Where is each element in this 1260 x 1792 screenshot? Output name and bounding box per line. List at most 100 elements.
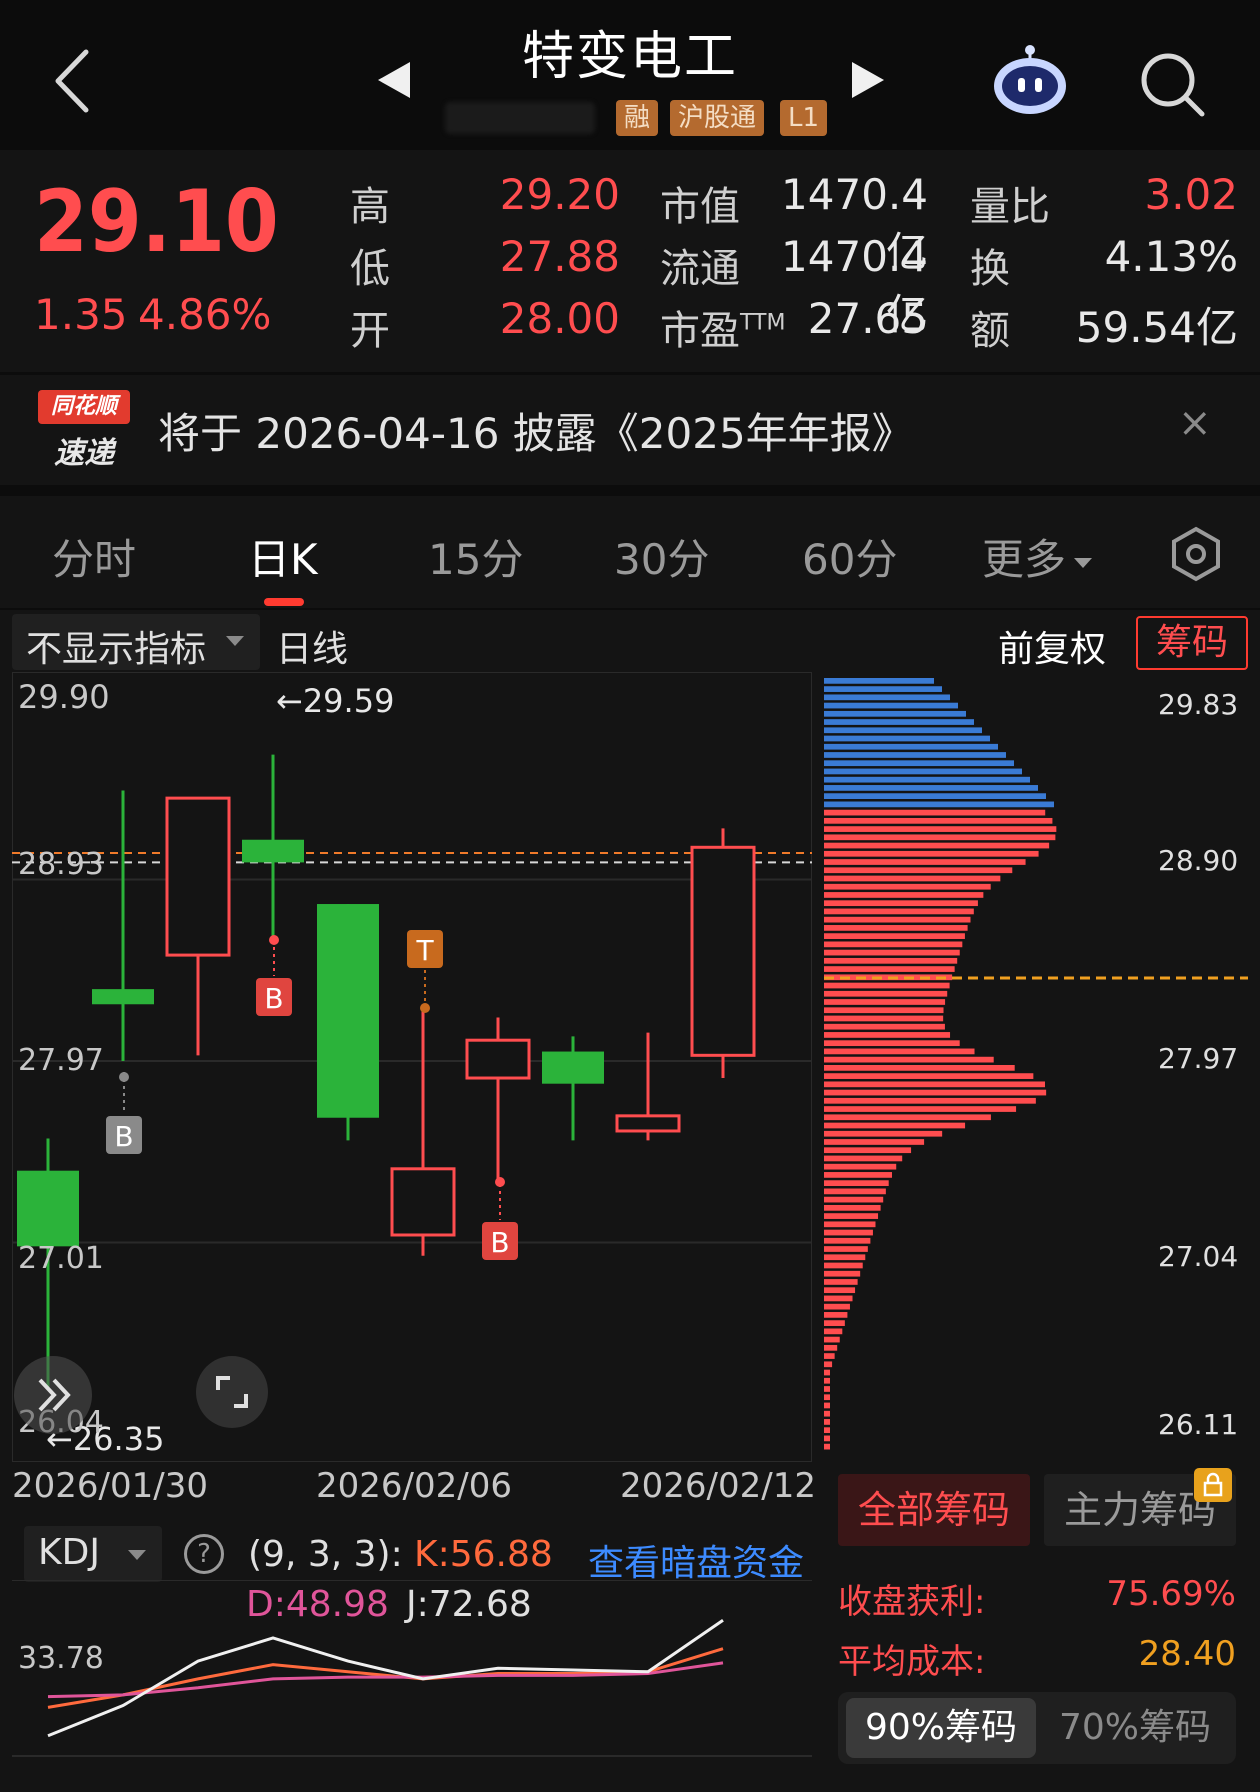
chips-y-label: 28.90 xyxy=(1158,844,1238,877)
candle-body-up xyxy=(390,1167,456,1237)
next-stock-icon[interactable] xyxy=(850,58,886,102)
chips-bar xyxy=(824,1427,830,1434)
chips-bar xyxy=(824,1262,863,1269)
chips-bar xyxy=(824,1163,897,1170)
avg-cost-label: 平均成本: xyxy=(838,1642,986,1682)
chips-bar xyxy=(824,867,1013,874)
kline-y-label: 27.01 xyxy=(18,1241,104,1276)
kdj-lines xyxy=(47,1618,724,1738)
kdj-params: (9, 3, 3): xyxy=(248,1534,403,1575)
tab-15min[interactable]: 15分 xyxy=(428,526,523,587)
profit-ratio-label: 收盘获利: xyxy=(838,1582,986,1622)
chips-bar xyxy=(824,1032,951,1038)
buy-marker-label: B xyxy=(490,1226,509,1259)
low-label: 低 xyxy=(350,246,390,292)
back-arrow-icon[interactable] xyxy=(50,46,94,116)
chips-90-button[interactable]: 90%筹码 xyxy=(846,1698,1036,1758)
high-label: 高 xyxy=(350,184,390,230)
chips-bar xyxy=(824,1065,1015,1071)
chips-bar xyxy=(824,1336,840,1343)
tab-intraday[interactable]: 分时 xyxy=(52,526,136,587)
hk-connect-tag: 沪股通 xyxy=(670,100,765,136)
kline-y-label: 29.90 xyxy=(18,678,110,716)
chips-bar xyxy=(824,925,968,931)
tab-30min[interactable]: 30分 xyxy=(614,526,709,587)
dark-pool-funds-link[interactable]: 查看暗盘资金 xyxy=(588,1534,804,1586)
chips-bar xyxy=(824,1254,866,1261)
chips-bar xyxy=(824,752,1006,758)
chips-bar xyxy=(824,1139,925,1145)
chips-bar xyxy=(824,768,1022,775)
chips-bar xyxy=(824,1369,830,1376)
tab-daily-k[interactable]: 日K xyxy=(248,526,318,587)
chips-bar xyxy=(824,702,958,709)
tab-60min[interactable]: 60分 xyxy=(802,526,897,587)
kline-x-label: 2026/02/12 xyxy=(620,1466,816,1506)
chips-bar xyxy=(824,678,934,684)
avg-cost-value: 28.40 xyxy=(1138,1634,1236,1674)
tab-more-label: 更多 xyxy=(982,535,1067,584)
kline-frame xyxy=(12,672,812,1462)
chips-bar xyxy=(824,892,984,898)
candle-body-up xyxy=(465,1038,531,1080)
chips-bar xyxy=(824,1237,871,1244)
settings-hexagon-icon[interactable] xyxy=(1168,526,1224,582)
active-tab-indicator xyxy=(264,598,304,606)
chips-bar xyxy=(824,990,948,997)
kdj-y-label: 33.78 xyxy=(18,1641,104,1676)
chips-bar xyxy=(824,809,1046,816)
adjust-select[interactable]: 前复权 xyxy=(998,620,1106,672)
turnover-value: 4.13% xyxy=(1104,232,1238,281)
chips-y-label: 27.97 xyxy=(1158,1042,1238,1075)
chips-bar xyxy=(824,760,1014,767)
expand-double-chevron-icon[interactable] xyxy=(14,1356,92,1434)
t-marker-label: T xyxy=(415,934,434,967)
chips-bar xyxy=(824,1130,943,1137)
search-icon[interactable] xyxy=(1138,50,1208,120)
chips-bar xyxy=(824,834,1056,841)
chips-bar xyxy=(824,1196,884,1203)
chips-bar xyxy=(824,1435,830,1442)
chips-all-button[interactable]: 全部筹码 xyxy=(838,1474,1030,1546)
chips-toggle-button[interactable]: 筹码 xyxy=(1136,616,1248,670)
chips-distribution-chart: 29.83 28.90 27.97 27.04 26.11 xyxy=(824,678,1248,1450)
chips-70-button[interactable]: 70%筹码 xyxy=(1040,1698,1230,1758)
stock-code-redacted xyxy=(445,102,595,134)
candle-body-down xyxy=(17,1170,79,1247)
banner-text[interactable]: 将于 2026-04-16 披露《2025年年报》 xyxy=(158,400,914,461)
chips-bar xyxy=(824,1048,975,1055)
kline-candles xyxy=(17,754,756,1391)
fullscreen-icon[interactable] xyxy=(196,1356,268,1428)
tab-more[interactable]: 更多 xyxy=(982,526,1093,587)
logo-bottom-text: 速递 xyxy=(54,436,114,471)
amount-label: 额 xyxy=(970,308,1010,354)
buy-marker-dot xyxy=(119,1072,129,1082)
chips-bar xyxy=(824,1147,912,1154)
chips-y-label: 27.04 xyxy=(1158,1240,1238,1273)
kline-grid xyxy=(12,672,812,1462)
current-price: 29.10 xyxy=(34,172,279,272)
chips-bar xyxy=(824,694,950,701)
chips-bar xyxy=(824,1287,856,1294)
prev-stock-icon[interactable] xyxy=(376,58,412,102)
chips-bar xyxy=(824,1056,994,1063)
pe-label-text: 市盈 xyxy=(660,308,740,354)
chips-bar xyxy=(824,1023,945,1030)
help-icon[interactable]: ? xyxy=(184,1534,224,1574)
candle-body-down xyxy=(92,989,154,1005)
chips-bar xyxy=(824,1221,876,1228)
chips-bar xyxy=(824,1377,830,1384)
kline-x-label: 2026/02/06 xyxy=(316,1466,512,1506)
close-icon[interactable]: × xyxy=(1178,400,1212,446)
chips-bars xyxy=(824,678,1057,1450)
candle-body-up xyxy=(615,1114,681,1133)
pe-value: 27.65 xyxy=(807,294,928,343)
chips-bar xyxy=(824,883,991,890)
ai-assistant-robot-icon[interactable] xyxy=(990,40,1070,120)
chips-bar xyxy=(824,826,1057,832)
kline-chart[interactable]: B B T B ←29.59 ←26.35 29.90 28.93 27.97 … xyxy=(12,672,812,1462)
profit-ratio-value: 75.69% xyxy=(1106,1574,1236,1614)
kline-y-label: 28.93 xyxy=(18,847,104,882)
open-value: 28.00 xyxy=(499,294,620,343)
kdj-j-value: J:72.68 xyxy=(406,1584,532,1625)
